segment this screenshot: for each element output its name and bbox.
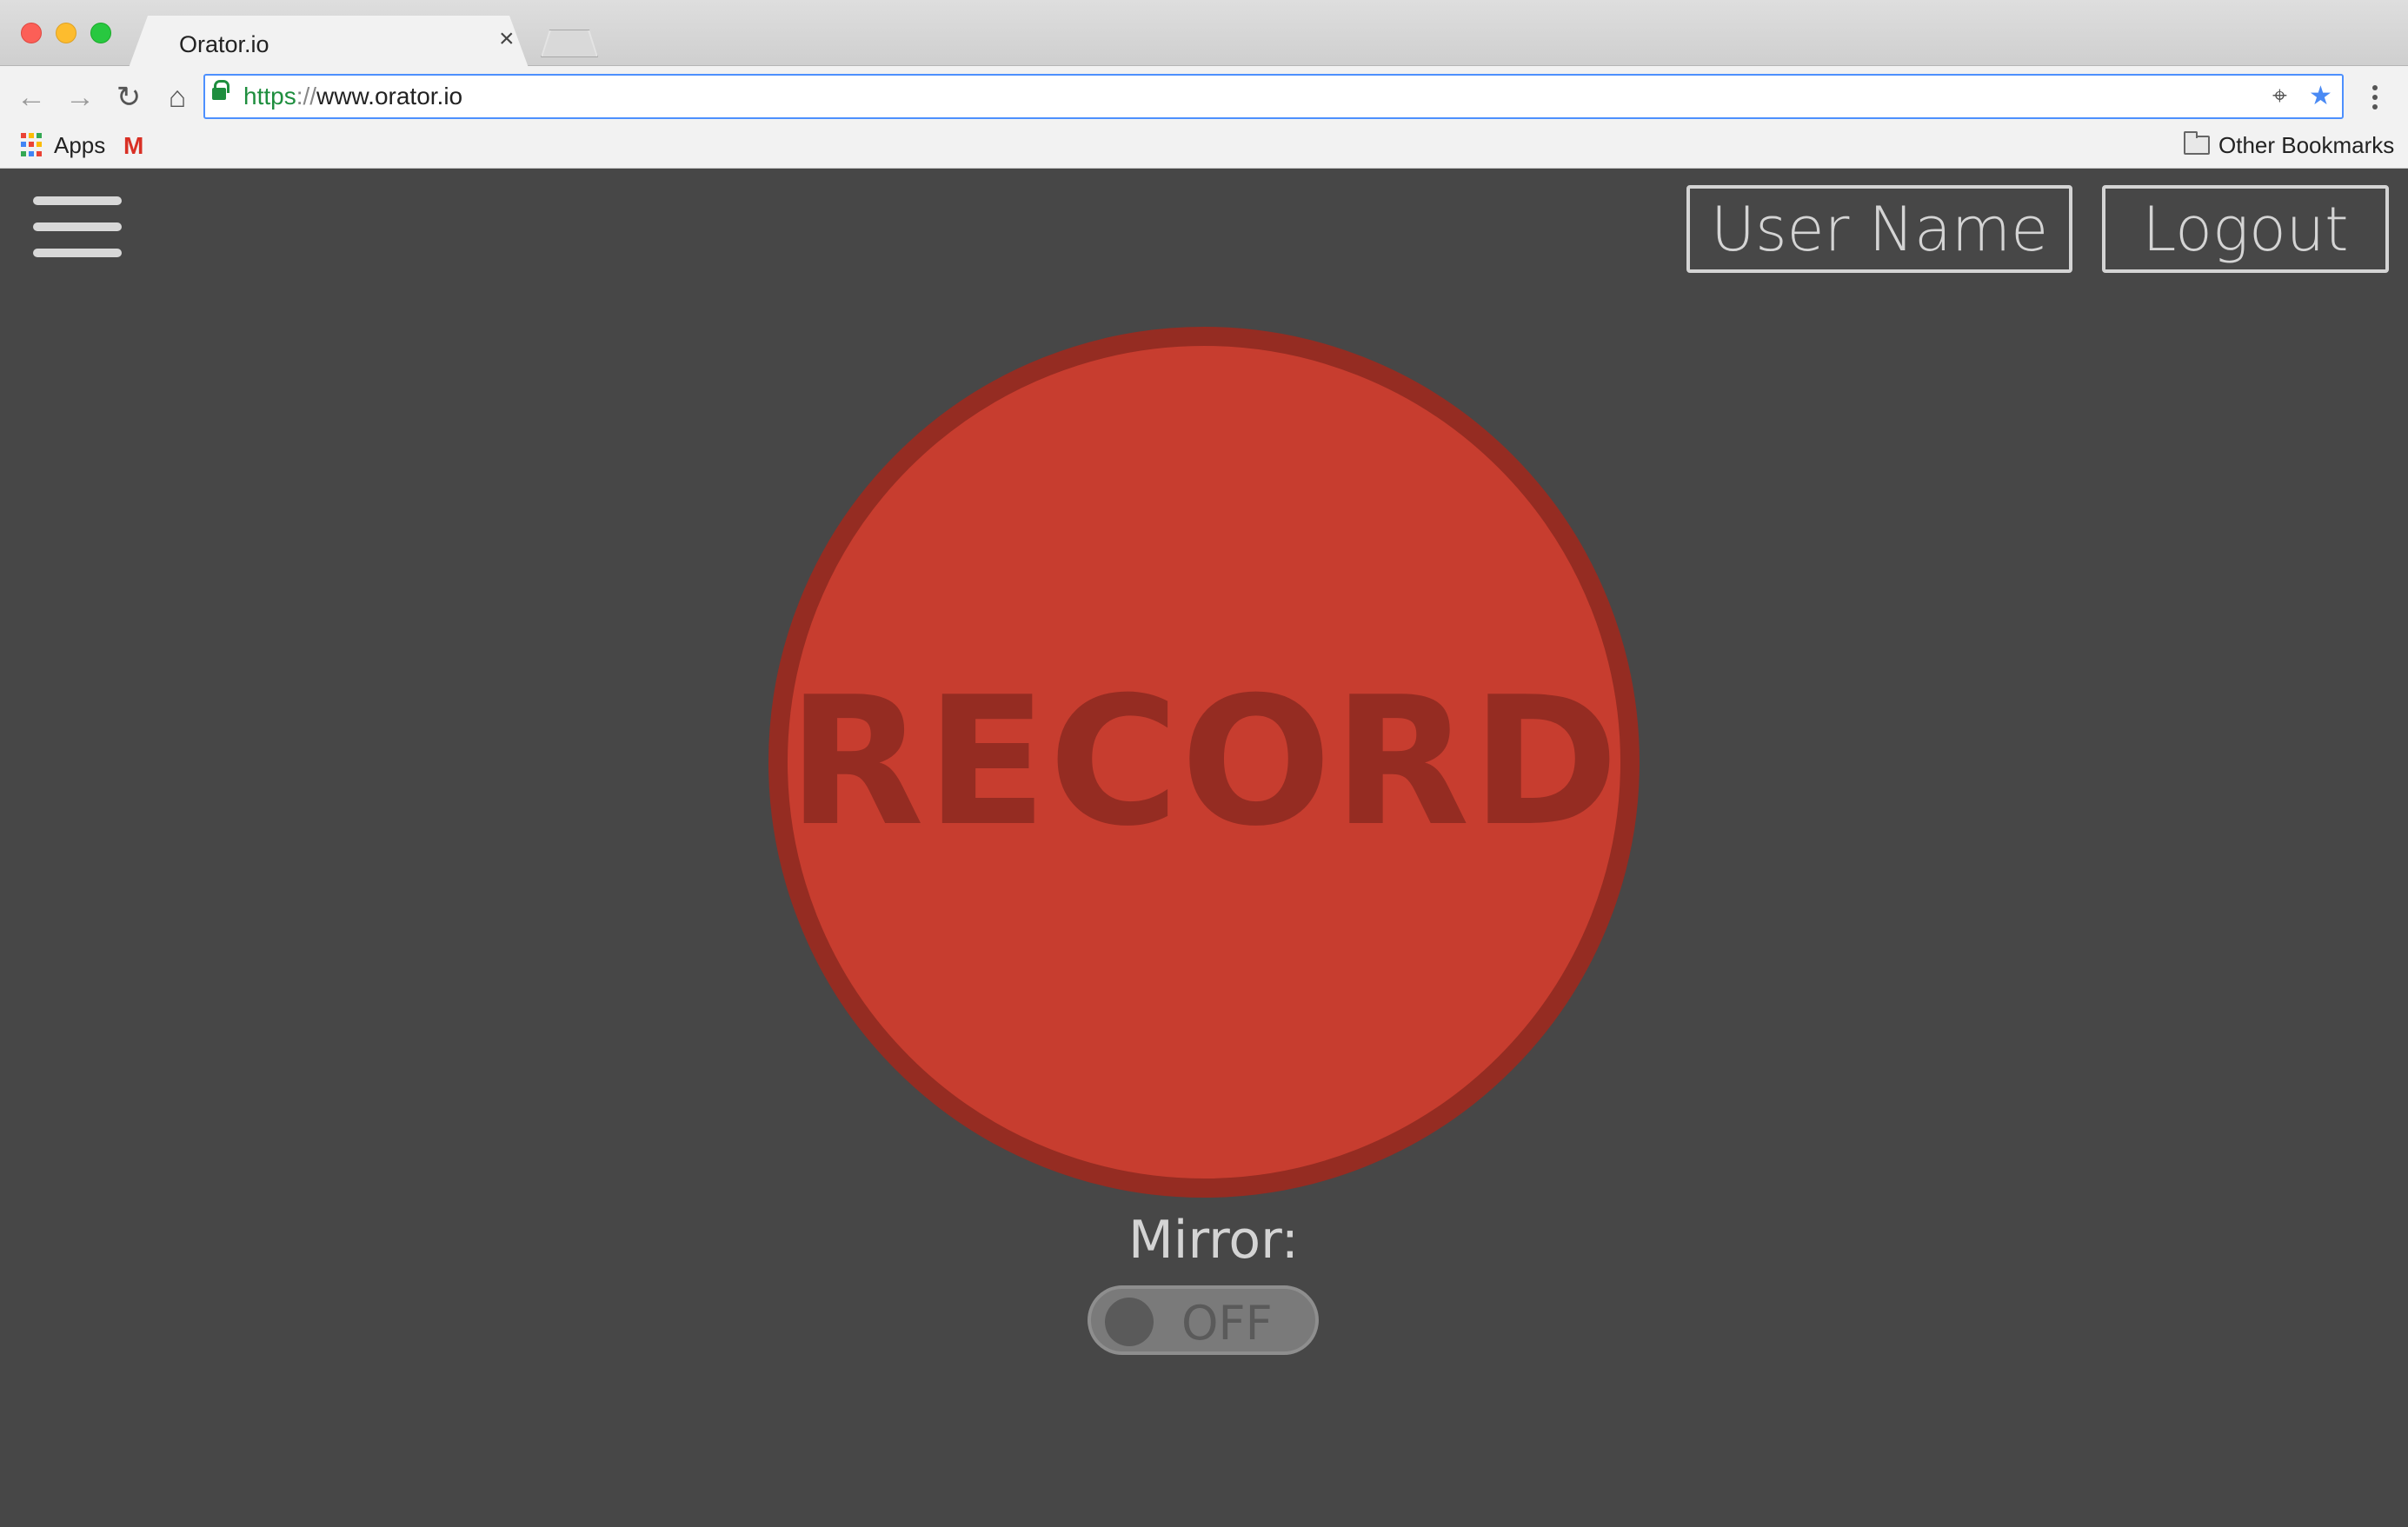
apps-grid-dot: [37, 133, 42, 138]
url-separator: ://: [296, 83, 317, 110]
folder-icon: [2184, 131, 2210, 155]
url-scheme: https: [243, 83, 296, 110]
bookmark-star-icon[interactable]: ★: [2309, 83, 2332, 110]
tab-close-icon[interactable]: ×: [499, 26, 515, 52]
gmail-icon[interactable]: M: [123, 132, 143, 160]
forward-arrow-icon[interactable]: →: [63, 80, 97, 115]
new-tab-shape: [542, 30, 596, 56]
address-bar[interactable]: [203, 74, 2344, 119]
apps-grid-dot: [37, 142, 42, 148]
toggle-knob: [1105, 1298, 1154, 1346]
apps-grid-dot: [21, 142, 26, 148]
bookmark-apps[interactable]: Apps: [54, 132, 105, 159]
maximize-window-button[interactable]: [90, 23, 111, 43]
tab-title: Orator.io: [179, 31, 269, 57]
user-name-button[interactable]: User Name: [1686, 185, 2072, 273]
browser-menu-icon[interactable]: [2366, 80, 2384, 115]
record-label: RECORD: [788, 659, 1620, 866]
apps-grid-dot: [29, 150, 34, 156]
bookmark-other[interactable]: Other Bookmarks: [2218, 132, 2394, 159]
apps-grid-dot: [37, 150, 42, 156]
record-button[interactable]: RECORD: [768, 327, 1640, 1198]
mirror-toggle[interactable]: OFF: [1088, 1285, 1319, 1355]
bookmarks-bar: [0, 129, 2408, 169]
apps-grid-dot: [29, 133, 34, 138]
home-icon[interactable]: ⌂: [160, 80, 195, 115]
back-arrow-icon[interactable]: ←: [14, 80, 49, 115]
location-icon[interactable]: ⌖: [2272, 83, 2287, 110]
apps-grid-dot: [21, 150, 26, 156]
logout-button[interactable]: Logout: [2102, 185, 2389, 273]
reload-icon[interactable]: ↻: [111, 80, 146, 115]
lock-icon: [212, 80, 229, 100]
mirror-label: Mirror:: [1128, 1210, 1299, 1271]
url-text[interactable]: https://www.orator.io: [243, 83, 462, 110]
apps-grid-dot: [21, 133, 26, 138]
apps-grid-dot: [29, 142, 34, 148]
toggle-state: OFF: [1181, 1296, 1273, 1351]
minimize-window-button[interactable]: [56, 23, 76, 43]
apps-grid-icon[interactable]: [21, 133, 45, 157]
hamburger-menu-icon[interactable]: [33, 196, 122, 257]
url-host: www.orator.io: [316, 83, 463, 110]
close-window-button[interactable]: [21, 23, 42, 43]
